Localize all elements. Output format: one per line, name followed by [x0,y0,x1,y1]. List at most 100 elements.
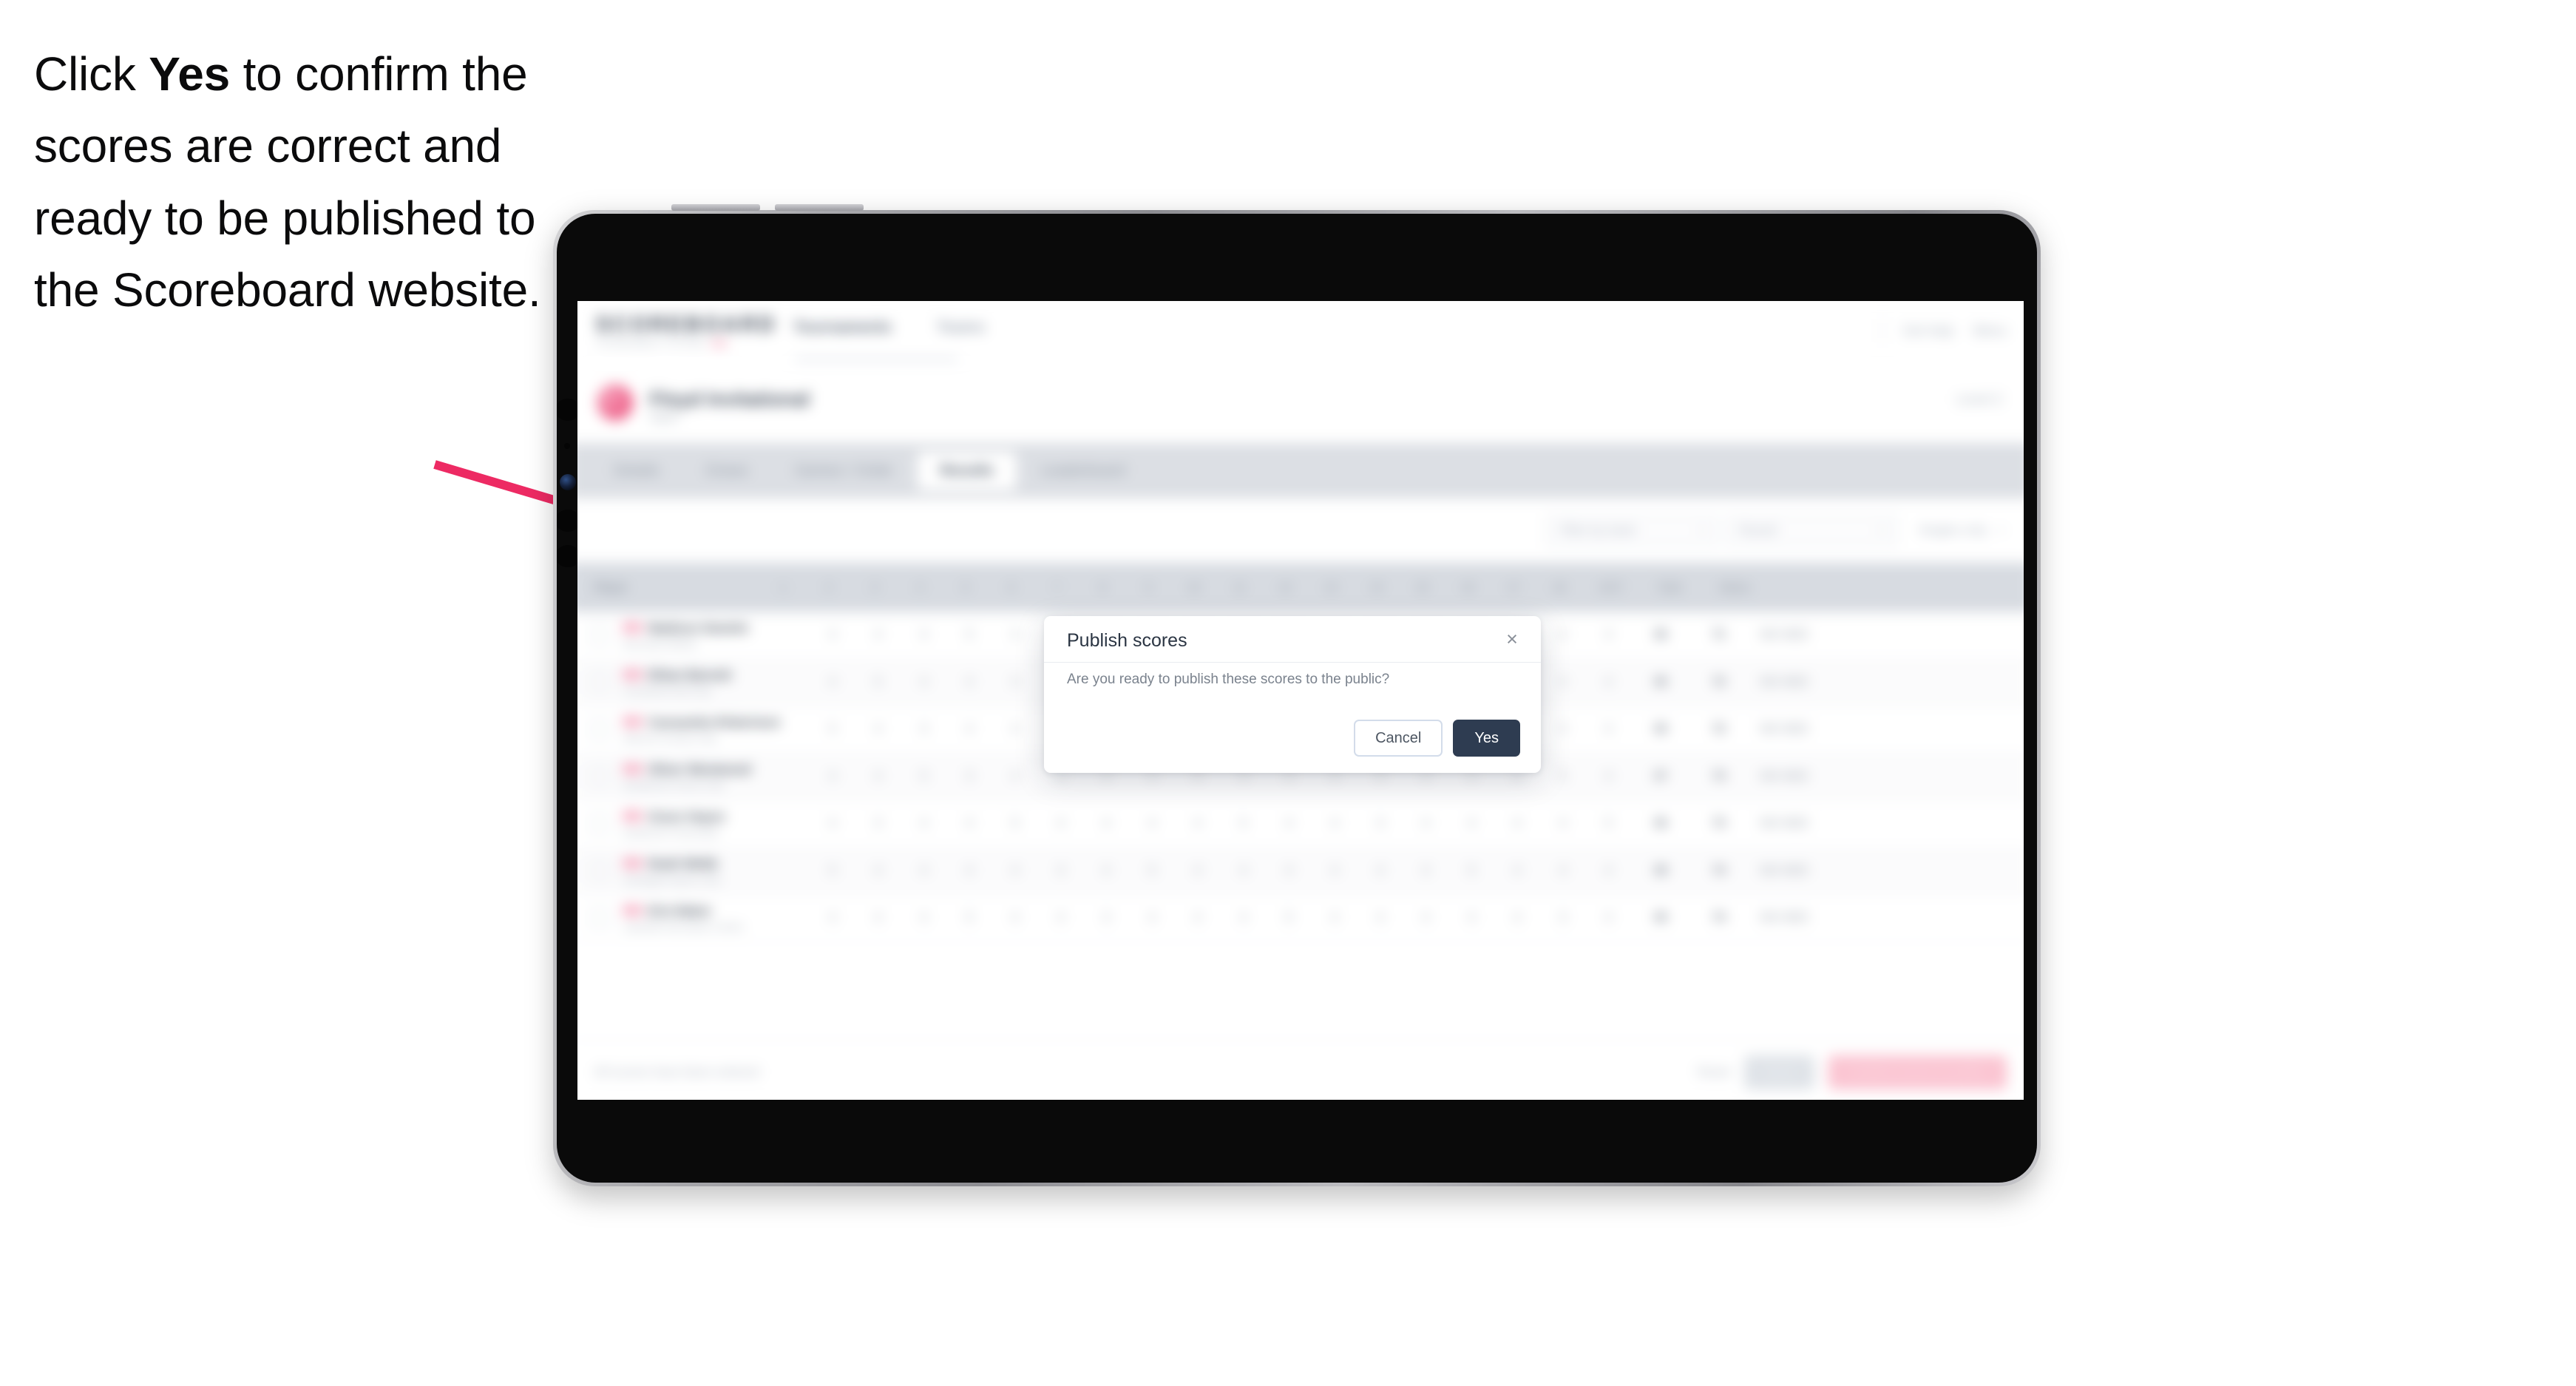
reset-link[interactable]: Reset [1698,1065,1731,1080]
score-cell-12[interactable]: 4 [1312,817,1358,831]
score-cell-12[interactable]: 4 [1312,911,1358,924]
score-cell-18[interactable]: 4 [1586,676,1632,689]
score-cell-13[interactable]: 3 [1358,817,1403,831]
score-cell-14[interactable]: 4 [1403,817,1449,831]
score-cell-8[interactable]: 4 [1129,817,1175,831]
score-cell-2[interactable]: 4 [855,911,901,924]
score-cell-17[interactable]: 4 [1540,817,1586,831]
cancel-button[interactable]: Cancel [1354,720,1443,757]
tab-details[interactable]: Details [592,452,682,490]
score-cell-4[interactable]: 4 [946,676,992,689]
score-cell-17[interactable]: 4 [1540,629,1586,642]
score-cell-17[interactable]: 5 [1540,770,1586,783]
score-cell-15[interactable]: 5 [1448,865,1494,878]
score-cell-11[interactable]: 5 [1266,911,1312,924]
score-cell-11[interactable]: 4 [1266,817,1312,831]
score-cell-15[interactable]: 4 [1448,817,1494,831]
score-cell-5[interactable]: 4 [992,770,1038,783]
score-cell-3[interactable]: 4 [901,911,947,924]
save-button[interactable]: Save [1743,1055,1815,1090]
score-cell-18[interactable]: 4 [1586,770,1632,783]
row-checkbox[interactable] [589,672,609,692]
score-cell-5[interactable]: 4 [992,723,1038,736]
score-cell-13[interactable]: 4 [1358,911,1403,924]
score-cell-7[interactable]: 4 [1084,817,1130,831]
score-cell-10[interactable]: 5 [1221,817,1267,831]
score-cell-5[interactable]: 3 [992,676,1038,689]
score-cell-6[interactable]: 4 [1038,911,1084,924]
tab-results[interactable]: Results [917,451,1017,490]
score-cell-2[interactable]: 4 [855,770,901,783]
nav-item-tournaments[interactable]: Tournaments [793,319,892,337]
score-cell-9[interactable]: 4 [1175,911,1221,924]
score-cell-18[interactable]: 4 [1586,723,1632,736]
score-cell-2[interactable]: 5 [855,676,901,689]
score-cell-4[interactable]: 3 [946,770,992,783]
row-checkbox[interactable] [589,908,609,928]
score-cell-14[interactable]: 4 [1403,911,1449,924]
score-cell-16[interactable]: 4 [1494,865,1540,878]
score-cell-3[interactable]: 5 [901,770,947,783]
table-row[interactable]: Erin Baker Lakeside Recreation Centre 4 4 4 5… [577,895,2024,942]
score-cell-1[interactable]: 4 [810,770,855,783]
score-cell-17[interactable]: 3 [1540,911,1586,924]
score-cell-3[interactable]: 4 [901,676,947,689]
score-cell-12[interactable]: 4 [1312,865,1358,878]
score-cell-16[interactable]: 4 [1494,817,1540,831]
score-cell-2[interactable]: 4 [855,629,901,642]
score-cell-17[interactable]: 4 [1540,865,1586,878]
get-help-link[interactable]: Get help [1903,322,1954,338]
row-checkbox[interactable] [589,720,609,740]
power-button[interactable] [671,204,760,211]
score-cell-6[interactable]: 4 [1038,817,1084,831]
score-cell-10[interactable]: 4 [1221,865,1267,878]
score-cell-17[interactable]: 4 [1540,676,1586,689]
score-cell-7[interactable]: 4 [1084,865,1130,878]
score-cell-18[interactable]: 5 [1586,817,1632,831]
score-cell-4[interactable]: 4 [946,723,992,736]
tab-draws[interactable]: Draws [683,452,770,490]
score-cell-3[interactable]: 4 [901,629,947,642]
filter-round-select[interactable]: Round ▾ [1725,515,1898,547]
score-cell-9[interactable]: 4 [1175,817,1221,831]
score-cell-14[interactable]: 3 [1403,865,1449,878]
nav-item-teams[interactable]: Teams [937,319,986,337]
table-row[interactable]: Noah Webb Southgate Sports Club 5 4 4 4 4 3 4 5 4 4… [577,848,2024,896]
score-cell-1[interactable]: 4 [810,911,855,924]
score-cell-3[interactable]: 4 [901,817,947,831]
score-cell-15[interactable]: 4 [1448,911,1494,924]
row-checkbox[interactable] [589,625,609,646]
score-cell-2[interactable]: 4 [855,723,901,736]
score-cell-8[interactable]: 4 [1129,911,1175,924]
score-cell-6[interactable]: 3 [1038,865,1084,878]
score-cell-4[interactable]: 5 [946,911,992,924]
score-cell-11[interactable]: 4 [1266,865,1312,878]
score-cell-17[interactable]: 3 [1540,723,1586,736]
score-cell-10[interactable]: 4 [1221,911,1267,924]
menu-button[interactable]: Menu [1973,322,2007,338]
score-cell-13[interactable]: 4 [1358,865,1403,878]
score-cell-1[interactable]: 4 [810,676,855,689]
score-cell-1[interactable]: 5 [810,865,855,878]
filter-team-select[interactable]: Filter by team ▾ [1545,515,1718,547]
score-cell-2[interactable]: 4 [855,865,901,878]
volume-button[interactable] [775,204,864,211]
score-cell-18[interactable]: 4 [1586,911,1632,924]
score-cell-3[interactable]: 3 [901,723,947,736]
score-cell-16[interactable]: 4 [1494,911,1540,924]
score-cell-5[interactable]: 4 [992,865,1038,878]
score-cell-9[interactable]: 4 [1175,865,1221,878]
table-row[interactable]: Grace Hayes Eastbrook Community 4 3 4 4 5 4 4 4 4 5… [577,801,2024,848]
row-checkbox[interactable] [589,814,609,834]
filter-singles-select[interactable]: Singles only ▾ [1905,515,2018,547]
publish-scores-button[interactable]: Publish scores to public [1828,1055,2007,1090]
app-logo[interactable]: SCOREBOARD TOURNAMENT SYSTEM [596,313,777,348]
tab-games-order[interactable]: Games / Order [772,452,916,490]
tab-leaderboard[interactable]: Leaderboard [1018,452,1148,490]
row-checkbox[interactable] [589,767,609,787]
score-cell-5[interactable]: 4 [992,629,1038,642]
row-checkbox[interactable] [589,861,609,881]
score-cell-1[interactable]: 4 [810,629,855,642]
score-cell-5[interactable]: 4 [992,911,1038,924]
score-cell-18[interactable]: 4 [1586,865,1632,878]
